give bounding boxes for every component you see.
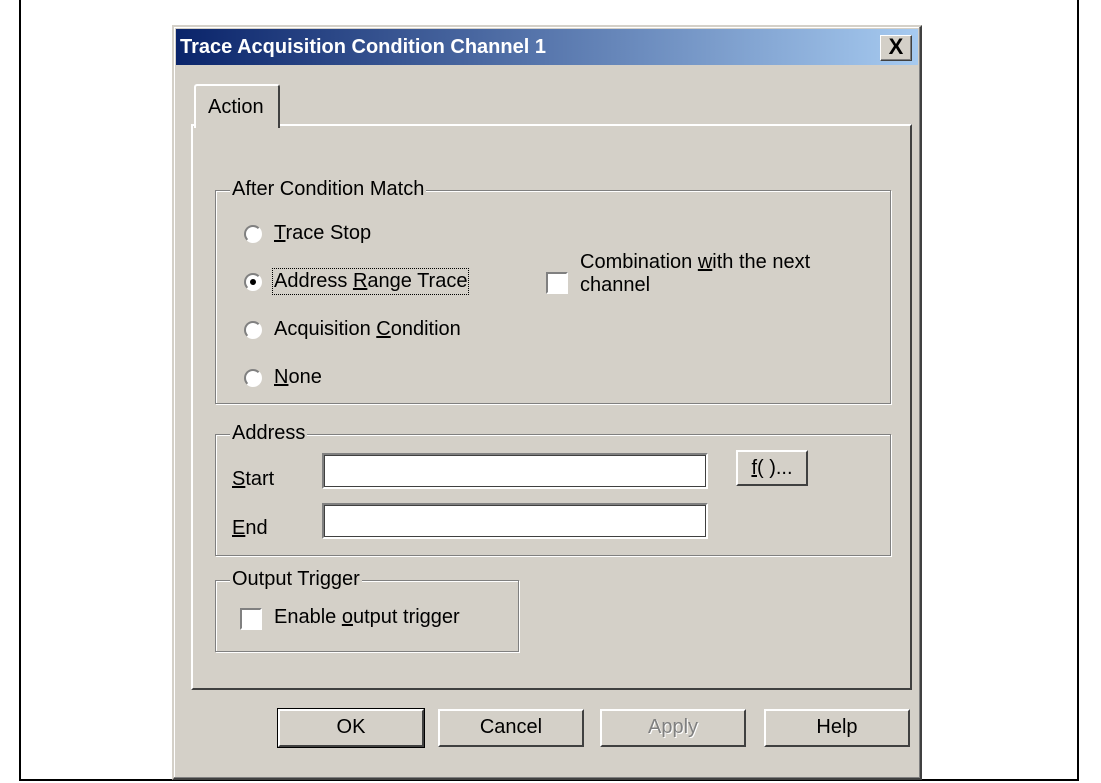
start-address-input[interactable] [322,453,708,489]
close-button[interactable]: X [880,35,912,61]
after-condition-group: After Condition Match Trace Stop Address… [215,178,891,404]
after-condition-label: After Condition Match [230,178,427,201]
output-trigger-group: Output Trigger Enable output trigger [215,568,519,652]
tab-action-label: Action [208,96,264,118]
address-group: Address Start f( )... End [215,422,891,556]
help-button[interactable]: Help [764,709,910,747]
end-address-input[interactable] [322,503,708,539]
checkbox-box [546,272,568,294]
tab-action[interactable]: Action [194,84,280,128]
radio-circle [244,225,262,243]
function-button[interactable]: f( )... [736,450,808,486]
radio-circle [244,369,262,387]
enable-output-trigger-label: Enable output trigger [274,606,460,628]
radio-none-label: None [274,366,322,388]
radio-trace-stop-label: Trace Stop [274,222,372,244]
radio-circle [244,321,262,339]
radio-address-range-trace-label: Address Range Trace [271,268,470,295]
apply-button[interactable]: Apply [600,709,746,747]
ok-button[interactable]: OK [277,708,425,748]
output-trigger-label: Output Trigger [230,568,362,591]
trace-acquisition-dialog: Trace Acquisition Condition Channel 1 X … [172,25,922,780]
radio-acquisition-condition-label: Acquisition Condition [274,318,461,340]
cancel-button[interactable]: Cancel [438,709,584,747]
action-tab-panel: After Condition Match Trace Stop Address… [191,124,912,690]
checkbox-box [240,608,262,630]
combination-next-channel-label: Combination with the next channel [580,251,811,296]
title-bar: Trace Acquisition Condition Channel 1 X [176,29,918,65]
address-label: Address [230,422,308,445]
radio-circle-selected [244,273,262,291]
start-label: Start [232,468,275,490]
end-label: End [232,517,268,539]
close-icon: X [888,34,904,59]
window-title: Trace Acquisition Condition Channel 1 [180,36,546,58]
